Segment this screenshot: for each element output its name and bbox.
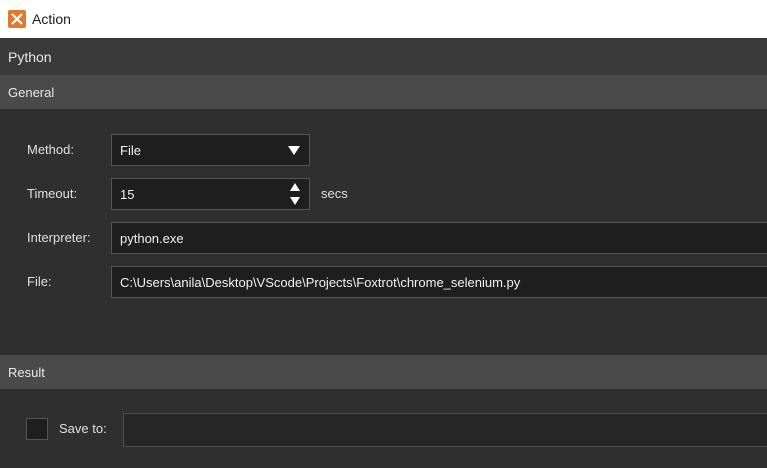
method-dropdown[interactable]: File <box>111 134 310 166</box>
method-label: Method: <box>27 142 74 157</box>
timeout-unit-label: secs <box>321 186 348 201</box>
section-title-bar: Python <box>0 38 767 75</box>
section-title: Python <box>8 48 52 65</box>
action-app-icon <box>8 10 26 28</box>
result-section-header[interactable]: Result <box>0 355 767 389</box>
general-panel: Method: File Timeout: 15 secs Interprete… <box>0 109 767 355</box>
spinner-down-icon[interactable] <box>290 197 300 205</box>
timeout-spinner[interactable]: 15 <box>111 178 310 210</box>
general-section-header[interactable]: General <box>0 75 767 109</box>
interpreter-field[interactable]: python.exe <box>111 222 767 254</box>
save-to-label: Save to: <box>59 421 107 436</box>
spinner-up-icon[interactable] <box>290 183 300 191</box>
save-to-checkbox[interactable] <box>26 418 48 440</box>
result-header-label: Result <box>8 364 45 380</box>
file-path-field[interactable]: C:\Users\anila\Desktop\VScode\Projects\F… <box>111 266 767 298</box>
file-path-value: C:\Users\anila\Desktop\VScode\Projects\F… <box>120 274 521 290</box>
window-title: Action <box>32 11 71 27</box>
method-value: File <box>120 142 141 158</box>
file-label: File: <box>27 274 52 289</box>
interpreter-value: python.exe <box>120 230 184 246</box>
interpreter-label: Interpreter: <box>27 230 91 245</box>
result-panel: Save to: <box>0 389 767 468</box>
timeout-value: 15 <box>120 186 135 202</box>
chevron-down-icon[interactable] <box>288 146 300 155</box>
timeout-label: Timeout: <box>27 186 78 201</box>
title-bar: Action <box>0 0 767 38</box>
save-to-field[interactable] <box>123 413 767 447</box>
general-header-label: General <box>8 84 55 100</box>
